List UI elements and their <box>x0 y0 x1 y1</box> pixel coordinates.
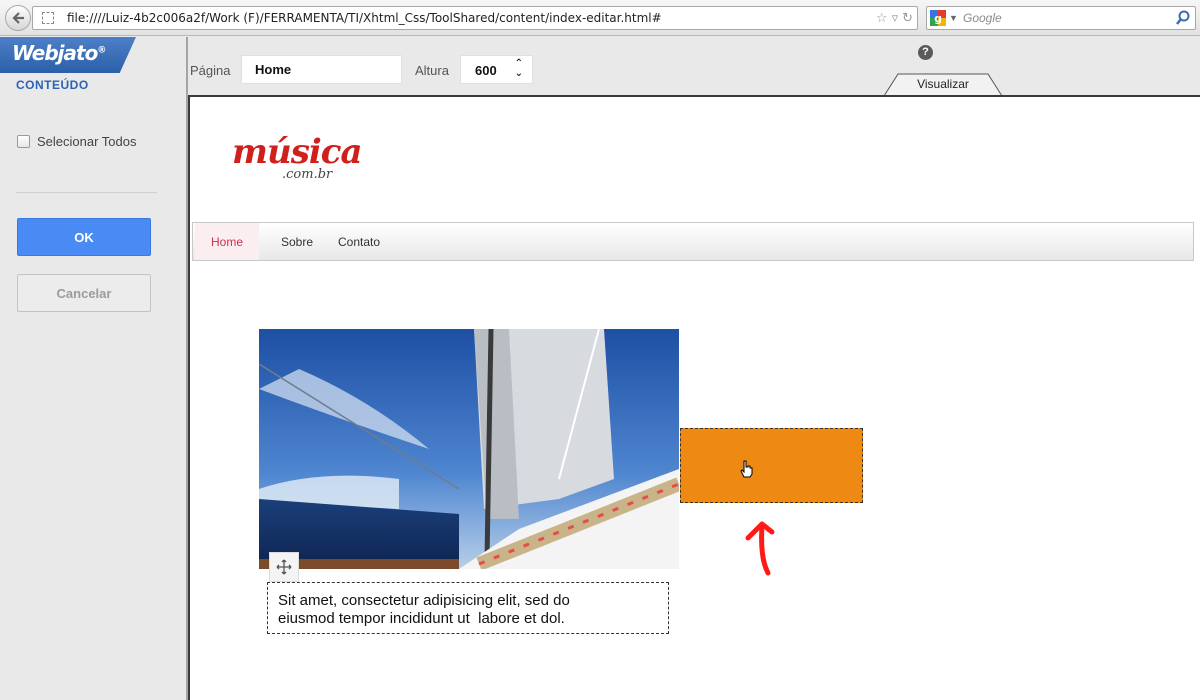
history-dropdown-icon[interactable]: ▿ <box>892 10 899 26</box>
back-button[interactable] <box>5 5 31 31</box>
chevron-down-icon[interactable]: ⌄ <box>515 69 523 79</box>
reload-icon[interactable]: ↻ <box>902 10 913 26</box>
search-placeholder: Google <box>963 11 1002 25</box>
sailboat-picture <box>259 329 679 569</box>
browser-toolbar: file:////Luiz-4b2c006a2f/Work (F)/FERRAM… <box>0 0 1200 36</box>
url-text[interactable]: file:////Luiz-4b2c006a2f/Work (F)/FERRAM… <box>67 11 662 25</box>
divider <box>16 192 157 193</box>
move-icon <box>276 559 292 575</box>
logo-mark: ® <box>97 45 106 56</box>
move-handle[interactable] <box>269 552 299 582</box>
page-input[interactable]: Home <box>241 55 402 84</box>
search-engine-dropdown-icon[interactable]: ▼ <box>949 13 958 23</box>
height-label: Altura <box>415 63 449 78</box>
webjato-logo: Webjato® <box>0 37 136 73</box>
text-block[interactable]: Sit amet, consectetur adipisicing elit, … <box>267 582 669 634</box>
site-logo[interactable]: música .com.br <box>232 135 362 182</box>
orange-block[interactable] <box>680 428 863 503</box>
search-icon[interactable] <box>1175 10 1191 26</box>
sailboat-image[interactable] <box>259 329 679 569</box>
checkbox-box[interactable] <box>17 135 30 148</box>
hand-cursor-icon <box>740 460 753 478</box>
logo-text: Webjato <box>12 41 98 65</box>
tab-visualizar[interactable]: Visualizar <box>883 73 1003 97</box>
nav-item-sobre[interactable]: Sobre <box>281 223 313 260</box>
help-icon[interactable]: ? <box>918 45 933 60</box>
cancel-button[interactable]: Cancelar <box>17 274 151 312</box>
red-arrow-annotation <box>745 521 775 576</box>
height-stepper[interactable]: 600 ⌃ ⌄ <box>460 55 533 84</box>
page-icon <box>42 12 54 24</box>
ok-button[interactable]: OK <box>17 218 151 256</box>
stepper-arrows[interactable]: ⌃ ⌄ <box>515 59 523 79</box>
arrow-left-icon <box>12 12 24 24</box>
select-all-checkbox[interactable]: Selecionar Todos <box>17 134 137 149</box>
address-actions: ☆ ▿ ↻ <box>876 10 913 26</box>
nav-item-home[interactable]: Home <box>195 223 259 260</box>
page-canvas[interactable]: música .com.br Home Sobre Contato Sit am… <box>188 95 1200 700</box>
nav-item-contato[interactable]: Contato <box>338 223 380 260</box>
select-all-label[interactable]: Selecionar Todos <box>37 134 137 149</box>
bookmark-star-icon[interactable]: ☆ <box>876 10 888 26</box>
tab-label[interactable]: Visualizar <box>884 77 1002 91</box>
address-bar[interactable]: file:////Luiz-4b2c006a2f/Work (F)/FERRAM… <box>32 6 918 30</box>
site-logo-main: música <box>232 132 362 172</box>
editor-sidebar: Webjato® CONTEÚDO Selecionar Todos OK Ca… <box>0 37 188 700</box>
search-input[interactable]: g ▼ Google <box>926 6 1196 30</box>
svg-text:g: g <box>934 12 942 25</box>
section-title: CONTEÚDO <box>16 78 89 92</box>
page-label: Página <box>190 63 231 78</box>
height-value[interactable]: 600 <box>475 63 497 78</box>
google-icon[interactable]: g <box>930 10 946 26</box>
site-nav: Home Sobre Contato <box>192 222 1194 261</box>
